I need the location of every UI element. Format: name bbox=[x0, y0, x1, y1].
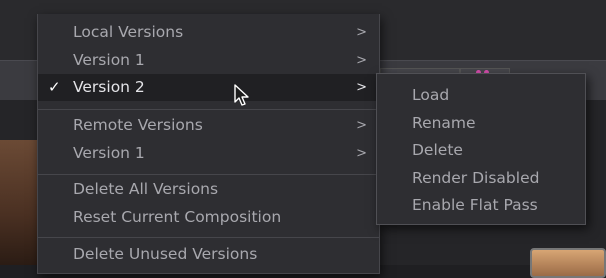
menu-separator bbox=[38, 237, 379, 238]
menu-item-label: Version 1 bbox=[73, 51, 145, 69]
submenu-item-rename[interactable]: Rename bbox=[377, 110, 585, 137]
submenu-item-label: Delete bbox=[412, 141, 463, 159]
submenu-item-label: Load bbox=[412, 86, 450, 104]
menu-item-label: Delete All Versions bbox=[73, 180, 219, 198]
menu-item-label: Delete Unused Versions bbox=[73, 245, 258, 263]
submenu-item-label: Render Disabled bbox=[412, 169, 540, 187]
submenu-arrow-icon: > bbox=[356, 53, 367, 68]
submenu-arrow-icon: > bbox=[356, 146, 367, 161]
menu-item-local-version-1[interactable]: Version 1 > bbox=[38, 47, 379, 74]
menu-item-reset-current-composition[interactable]: Reset Current Composition bbox=[38, 204, 379, 231]
menu-item-label: Local Versions bbox=[73, 23, 184, 41]
submenu-item-enable-flat-pass[interactable]: Enable Flat Pass bbox=[377, 192, 585, 219]
menu-item-local-version-2[interactable]: ✓ Version 2 > bbox=[38, 74, 379, 101]
version-submenu: Load Rename Delete Render Disabled Enabl… bbox=[376, 73, 586, 225]
checkmark-icon: ✓ bbox=[48, 78, 61, 96]
menu-item-label: Remote Versions bbox=[73, 116, 203, 134]
menu-separator bbox=[38, 109, 379, 110]
menu-item-delete-all-versions[interactable]: Delete All Versions bbox=[38, 176, 379, 203]
submenu-item-label: Rename bbox=[412, 114, 476, 132]
menu-separator bbox=[38, 174, 379, 175]
clip-thumbnail-left bbox=[0, 140, 40, 265]
submenu-item-label: Enable Flat Pass bbox=[412, 196, 538, 214]
submenu-arrow-icon: > bbox=[356, 80, 367, 95]
mouse-pointer-icon bbox=[234, 84, 249, 106]
menu-item-label: Version 2 bbox=[73, 78, 145, 96]
menu-item-delete-unused-versions[interactable]: Delete Unused Versions bbox=[38, 241, 379, 268]
submenu-arrow-icon: > bbox=[356, 25, 367, 40]
menu-item-label: Version 1 bbox=[73, 144, 145, 162]
clip-thumbnail-right bbox=[530, 248, 606, 278]
menu-item-local-versions[interactable]: Local Versions > bbox=[38, 19, 379, 46]
submenu-arrow-icon: > bbox=[356, 118, 367, 133]
menu-item-label: Reset Current Composition bbox=[73, 208, 282, 226]
version-context-menu: Local Versions > Version 1 > ✓ Version 2… bbox=[37, 14, 380, 274]
submenu-item-delete[interactable]: Delete bbox=[377, 137, 585, 164]
submenu-item-render-disabled[interactable]: Render Disabled bbox=[377, 165, 585, 192]
menu-item-remote-version-1[interactable]: Version 1 > bbox=[38, 140, 379, 167]
submenu-item-load[interactable]: Load bbox=[377, 82, 585, 109]
menu-item-remote-versions[interactable]: Remote Versions > bbox=[38, 112, 379, 139]
